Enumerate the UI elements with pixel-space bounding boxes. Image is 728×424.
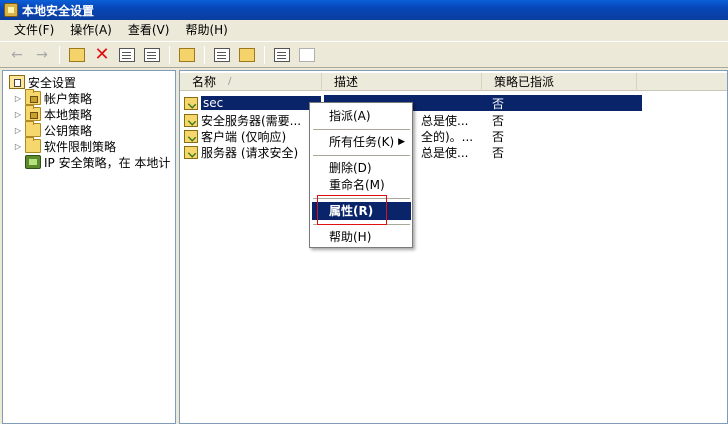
manage-filters-icon[interactable] [236, 44, 258, 66]
row-name: 安全服务器(需要... [201, 113, 302, 128]
submenu-arrow-icon: ▶ [398, 137, 405, 147]
security-settings-app-icon [4, 3, 18, 17]
export-icon[interactable] [141, 44, 163, 66]
menu-item-rename[interactable]: 重命名(M) [312, 176, 411, 194]
menu-item-delete[interactable]: 删除(D) [312, 159, 411, 177]
folder-lock-icon [25, 89, 41, 105]
help-icon[interactable] [176, 44, 198, 66]
row-assigned: 否 [492, 129, 505, 144]
annotation-highlight-box [317, 195, 387, 225]
forward-icon[interactable]: → [31, 44, 53, 66]
folder-icon [25, 121, 41, 137]
menu-help[interactable]: 帮助(H) [177, 20, 235, 41]
row-name: 客户端 (仅响应) [201, 129, 287, 144]
unassign-icon[interactable] [296, 44, 318, 66]
properties-icon[interactable] [116, 44, 138, 66]
tree-pane: 安全设置 ▷ 帐户策略 ▷ 本地策略 ▷ 公钥策略 ▷ 软件限制策略 IP 安全… [2, 70, 176, 424]
create-policy-icon[interactable] [211, 44, 233, 66]
expand-icon[interactable]: ▷ [13, 126, 23, 135]
toolbar-separator [204, 45, 205, 64]
window-title: 本地安全设置 [22, 3, 95, 18]
list-row[interactable]: 安全服务器(需要... 总是使... 否 [184, 112, 642, 128]
menu-view[interactable]: 查看(V) [120, 20, 178, 41]
menu-file[interactable]: 文件(F) [6, 20, 62, 41]
toolbar-separator [59, 45, 60, 64]
toolbar-separator [264, 45, 265, 64]
policy-icon [184, 96, 198, 110]
context-menu: 指派(A) 所有任务(K) ▶ 删除(D) 重命名(M) 属性(R) 帮助(H) [309, 102, 413, 248]
toolbar: ← → ✕ [0, 41, 728, 68]
tree-item-label: 帐户策略 [44, 91, 93, 106]
expand-icon[interactable]: ▷ [13, 110, 23, 119]
list-row-sec[interactable]: sec 否 [184, 95, 642, 111]
row-name: sec [201, 96, 321, 110]
menu-separator [313, 129, 410, 130]
policy-icon [184, 145, 198, 159]
policy-icon [184, 129, 198, 143]
tree-item-account-policy[interactable]: ▷ 帐户策略 [13, 89, 93, 106]
security-settings-icon [9, 75, 25, 89]
tree-item-label: 公钥策略 [44, 123, 93, 138]
tree-item-label: IP 安全策略，在 本地计 [44, 155, 171, 170]
menu-item-all-tasks[interactable]: 所有任务(K) ▶ [312, 133, 411, 151]
tree-root[interactable]: 安全设置 [9, 74, 76, 90]
back-icon[interactable]: ← [6, 44, 28, 66]
row-name: 服务器 (请求安全) [201, 145, 299, 160]
sort-indicator: / [228, 76, 232, 87]
title-bar: 本地安全设置 [0, 0, 728, 20]
toolbar-separator [169, 45, 170, 64]
folder-icon [25, 137, 41, 153]
column-header-name[interactable]: 名称 / [180, 73, 322, 91]
row-assigned: 否 [492, 95, 642, 111]
list-row[interactable]: 客户端 (仅响应) 全的)。... 否 [184, 128, 642, 144]
menu-action[interactable]: 操作(A) [62, 20, 120, 41]
menu-item-help[interactable]: 帮助(H) [312, 228, 411, 246]
column-header-description[interactable]: 描述 [322, 73, 482, 91]
tree-item-software-restriction[interactable]: ▷ 软件限制策略 [13, 137, 117, 154]
tree-item-label: 本地策略 [44, 107, 93, 122]
tree-item-label: 软件限制策略 [44, 139, 117, 154]
expand-icon[interactable]: ▷ [13, 94, 23, 103]
folder-lock-icon [25, 105, 41, 121]
tree-item-public-key-policy[interactable]: ▷ 公钥策略 [13, 121, 93, 138]
row-assigned: 否 [492, 113, 505, 128]
policy-icon [184, 113, 198, 127]
menu-bar: 文件(F) 操作(A) 查看(V) 帮助(H) [0, 20, 728, 41]
tree-item-ip-security[interactable]: IP 安全策略，在 本地计 [25, 154, 170, 170]
column-header-assigned[interactable]: 策略已指派 [482, 73, 637, 91]
expand-icon[interactable]: ▷ [13, 142, 23, 151]
tree-item-local-policy[interactable]: ▷ 本地策略 [13, 105, 93, 122]
row-assigned: 否 [492, 145, 505, 160]
list-row[interactable]: 服务器 (请求安全) 总是使... 否 [184, 144, 642, 160]
menu-separator [313, 155, 410, 156]
assign-icon[interactable] [271, 44, 293, 66]
list-header: 名称 / 描述 策略已指派 [180, 73, 727, 91]
menu-item-assign[interactable]: 指派(A) [312, 107, 411, 125]
up-folder-icon[interactable] [66, 44, 88, 66]
ipsec-icon [25, 155, 41, 169]
tree-root-label: 安全设置 [28, 75, 77, 90]
delete-icon[interactable]: ✕ [91, 44, 113, 66]
list-pane: 名称 / 描述 策略已指派 sec 否 安全服务器(需要... 总是使... 否 … [179, 70, 728, 424]
